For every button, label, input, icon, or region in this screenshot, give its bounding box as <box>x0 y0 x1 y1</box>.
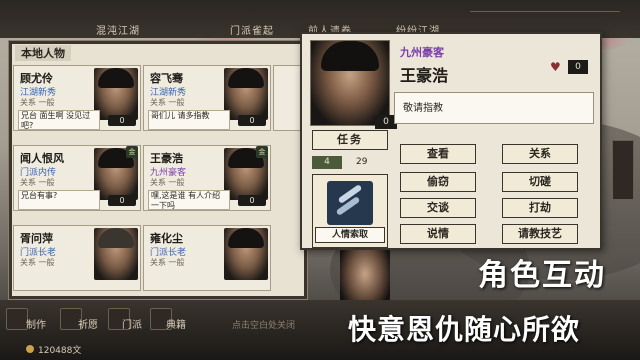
view-button[interactable]: 查看 <box>400 144 476 164</box>
promo-subline: 快意恩仇随心所欲 <box>348 313 581 346</box>
npc-name: 容飞骞 <box>150 72 183 85</box>
coin-icon <box>26 345 34 353</box>
favor-value: 0 <box>568 60 588 74</box>
npc-relation: 关系 一般 <box>20 98 55 107</box>
npc-portrait <box>94 228 138 280</box>
npc-card[interactable]: 胥问萍 门派长老 关系 一般 <box>13 225 141 291</box>
npc-score: 0 <box>108 115 136 126</box>
tab-chaos-jianghu[interactable]: 混沌江湖 <box>96 22 140 37</box>
npc-interaction-dialog: 0 九州豪客 王豪浩 ♥ 0 敬请指教 任务 4 29 人情索取 查看 关系 偷… <box>300 32 602 250</box>
side-menu-button[interactable] <box>612 140 634 200</box>
panel-title: 本地人物 <box>15 45 71 61</box>
npc-score: 0 <box>108 195 136 206</box>
favor-request-label[interactable]: 人情索取 <box>315 227 385 243</box>
nav-craft[interactable]: 制作 <box>26 316 46 331</box>
close-hint: 点击空白处关闭 <box>232 321 296 331</box>
relation-button[interactable]: 关系 <box>502 144 578 164</box>
npc-relation: 关系 一般 <box>20 178 55 187</box>
darts-icon <box>327 181 373 225</box>
favor-icon: ♥ <box>550 60 561 74</box>
npc-card[interactable]: 顾尤伶 江湖新秀 关系 一般 兄台 面生啊 没见过吧? 0 <box>13 65 141 131</box>
npc-speech: 嘿,这是谁 有人介绍一下吗 <box>148 190 230 210</box>
rob-button[interactable]: 打劫 <box>502 198 578 218</box>
nav-wish[interactable]: 祈愿 <box>78 316 98 331</box>
npc-score: 0 <box>238 195 266 206</box>
nav-codex[interactable]: 典籍 <box>166 316 186 331</box>
npc-name: 顾尤伶 <box>20 72 53 85</box>
npc-card[interactable]: 雍化尘 门派长老 关系 一般 <box>143 225 271 291</box>
npc-speech: 兄台 面生啊 没见过吧? <box>18 110 100 130</box>
npc-name: 雍化尘 <box>150 232 183 245</box>
npc-portrait <box>224 68 268 120</box>
task-button[interactable]: 任务 <box>312 130 388 150</box>
plead-button[interactable]: 说情 <box>400 224 476 244</box>
tab-sect-rise[interactable]: 门派雀起 <box>230 22 274 37</box>
gold-badge-icon: 金 <box>126 146 138 158</box>
craft-icon[interactable] <box>6 308 28 330</box>
npc-name-heading: 王豪浩 <box>400 66 449 85</box>
npc-name: 闻人恨风 <box>20 152 64 165</box>
coin-count: 120488文 <box>38 346 82 356</box>
talk-button[interactable]: 交谈 <box>400 198 476 218</box>
gold-badge-icon: 金 <box>256 146 268 158</box>
favor-request-card[interactable]: 人情索取 <box>312 174 388 248</box>
npc-portrait <box>94 68 138 120</box>
npc-card[interactable]: 容飞骞 江湖新秀 关系 一般 哥们儿 请多指教 0 <box>143 65 271 131</box>
npc-dialog-speech: 敬请指教 <box>394 92 594 124</box>
learn-skill-button[interactable]: 请教技艺 <box>502 224 578 244</box>
local-characters-panel: 本地人物 顾尤伶 江湖新秀 关系 一般 兄台 面生啊 没见过吧? 0 容飞骞 江… <box>8 40 309 300</box>
npc-portrait <box>224 228 268 280</box>
npc-name: 胥问萍 <box>20 232 53 245</box>
npc-relation: 关系 一般 <box>20 258 55 267</box>
resource-left: 4 <box>312 156 342 169</box>
steal-button[interactable]: 偷窃 <box>400 172 476 192</box>
npc-card-selected[interactable]: 王豪浩 九州豪客 关系 一般 金 嘿,这是谁 有人介绍一下吗 0 <box>143 145 271 211</box>
npc-card[interactable]: 闻人恨风 门派内传 关系 一般 金 兄台有事? 0 <box>13 145 141 211</box>
npc-speech: 兄台有事? <box>18 190 100 210</box>
promo-headline: 角色互动 <box>478 258 606 293</box>
top-ornament <box>470 2 620 12</box>
npc-relation: 关系 一般 <box>150 258 185 267</box>
npc-speech: 哥们儿 请多指教 <box>148 110 230 130</box>
npc-relation: 关系 一般 <box>150 98 185 107</box>
npc-rank-title: 九州豪客 <box>400 46 444 59</box>
npc-relation: 关系 一般 <box>150 178 185 187</box>
resource-row: 4 29 <box>312 156 388 170</box>
npc-name: 王豪浩 <box>150 152 183 165</box>
resource-right: 29 <box>356 157 368 167</box>
selected-npc-portrait: 0 <box>310 40 397 129</box>
npc-score: 0 <box>238 115 266 126</box>
nav-sect[interactable]: 门派 <box>122 316 142 331</box>
spar-button[interactable]: 切磋 <box>502 172 578 192</box>
